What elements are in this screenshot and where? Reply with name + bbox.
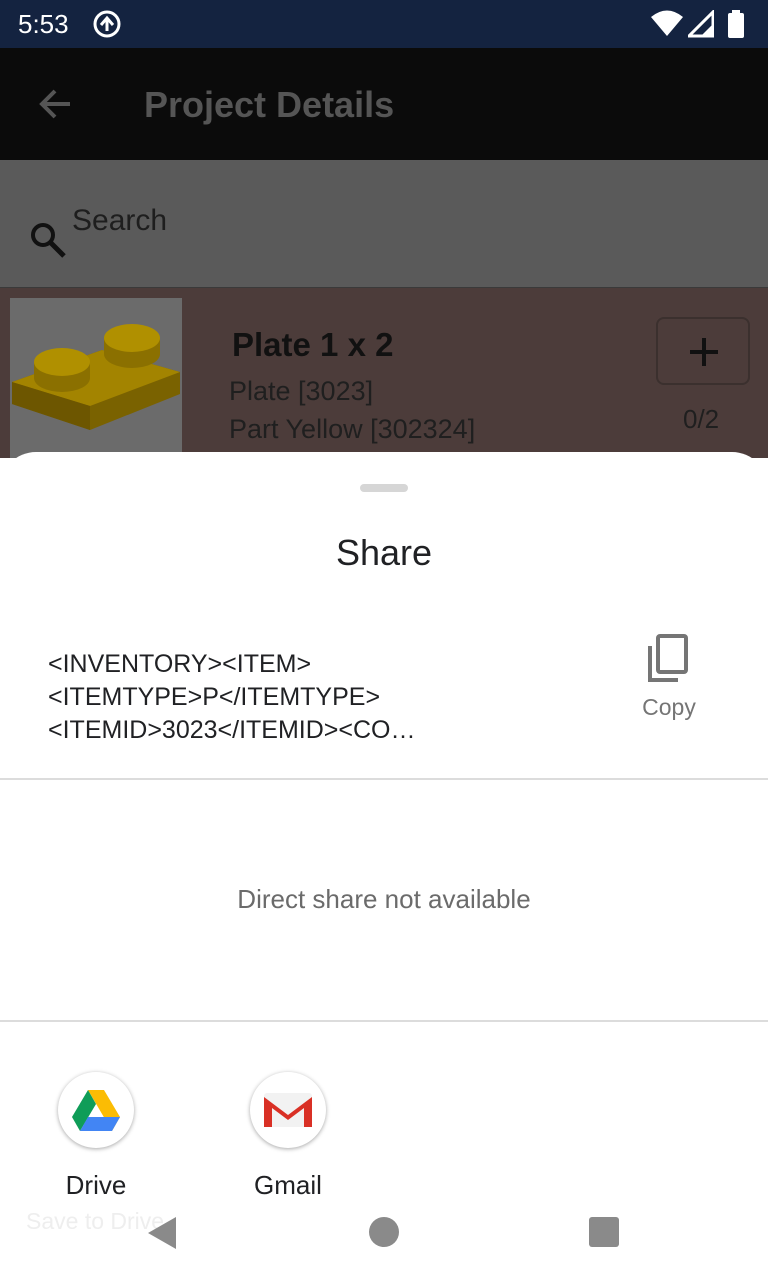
part-image — [10, 298, 182, 458]
copy-label: Copy — [642, 694, 696, 720]
part-color: Part Yellow [302324] — [229, 414, 476, 444]
share-title: Share — [335, 532, 433, 573]
google-drive-icon — [58, 1072, 134, 1148]
search-icon — [28, 220, 68, 260]
share-target-gmail[interactable]: Gmail — [228, 1072, 348, 1202]
page-title: Project Details — [144, 84, 395, 125]
direct-share-message: Direct share not available — [237, 884, 531, 914]
gmail-icon — [250, 1072, 326, 1148]
signal-icon — [688, 10, 714, 38]
plus-icon — [690, 338, 718, 366]
sync-circle-icon — [92, 9, 122, 39]
share-preview-text: <INVENTORY><ITEM><ITEMTYPE>P</ITEMTYPE><… — [48, 650, 416, 744]
drag-handle[interactable] — [360, 484, 408, 492]
part-type: Plate [3023] — [229, 376, 374, 406]
part-name: Plate 1 x 2 — [232, 326, 394, 363]
divider — [0, 778, 768, 780]
divider — [0, 1020, 768, 1022]
search-input[interactable]: Search — [72, 204, 167, 238]
add-button[interactable] — [656, 317, 750, 385]
status-time: 5:53 — [18, 9, 69, 39]
status-bar: 5:53 — [0, 0, 768, 48]
nav-recents-icon[interactable] — [589, 1217, 619, 1247]
nav-back-icon[interactable] — [146, 1216, 178, 1255]
copy-icon — [648, 634, 688, 682]
share-target-drive[interactable]: Drive — [36, 1072, 156, 1202]
nav-home-icon[interactable] — [369, 1217, 399, 1247]
arrow-left-icon[interactable] — [36, 84, 76, 124]
wifi-icon — [651, 10, 683, 36]
part-count: 0/2 — [683, 404, 720, 434]
copy-button[interactable]: Copy — [626, 632, 712, 732]
battery-icon — [728, 10, 744, 38]
